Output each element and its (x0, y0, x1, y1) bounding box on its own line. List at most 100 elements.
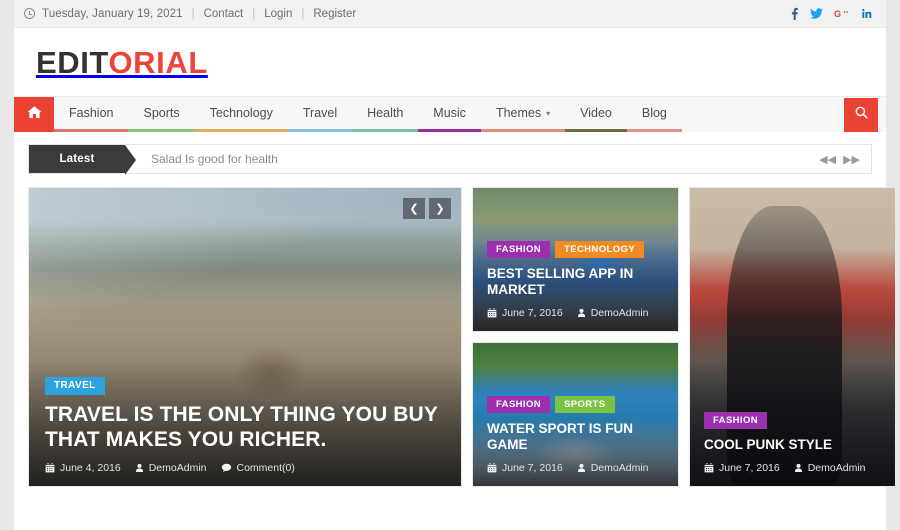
calendar-icon (487, 308, 497, 318)
category-badge-fashion[interactable]: FASHION (487, 395, 551, 414)
category-badge-travel[interactable]: TRAVEL (45, 377, 105, 396)
logo-part-1: EDIT (36, 44, 109, 80)
slider-prev-button[interactable]: ❮ (403, 198, 425, 219)
brand-header: EDITORIAL (14, 28, 886, 96)
linkedin-icon[interactable] (860, 7, 872, 20)
top-bar: Tuesday, January 19, 2021 | Contact | Lo… (14, 0, 886, 28)
water-article-card[interactable]: FASHION SPORTS WATER SPORT IS FUN GAME J… (472, 342, 679, 487)
nav-items: Fashion Sports Technology Travel Health … (54, 97, 682, 132)
nav-label: Travel (302, 106, 338, 120)
search-icon (855, 106, 868, 124)
nav-item-travel[interactable]: Travel (287, 97, 353, 132)
top-link-register[interactable]: Register (313, 8, 356, 20)
nav-item-blog[interactable]: Blog (626, 97, 682, 132)
category-badge-fashion[interactable]: FASHION (704, 411, 768, 430)
hero-column: ❮ ❯ TRAVEL TRAVEL IS THE ONLY THING YOU … (28, 187, 462, 487)
facebook-icon[interactable] (790, 7, 799, 20)
user-icon (577, 308, 585, 317)
app-author: DemoAdmin (577, 307, 649, 319)
ticker-headline[interactable]: Salad Is good for health (125, 145, 278, 173)
nav-item-sports[interactable]: Sports (128, 97, 195, 132)
twitter-icon[interactable] (810, 7, 823, 20)
site-container: Tuesday, January 19, 2021 | Contact | Lo… (14, 0, 896, 530)
google-plus-icon[interactable]: G (834, 7, 849, 20)
hero-date: June 4, 2016 (45, 462, 121, 474)
nav-label: Music (433, 106, 466, 120)
hero-article-card[interactable]: ❮ ❯ TRAVEL TRAVEL IS THE ONLY THING YOU … (28, 187, 462, 487)
water-article-body: FASHION SPORTS WATER SPORT IS FUN GAME J… (473, 395, 678, 486)
nav-item-technology[interactable]: Technology (194, 97, 288, 132)
hero-article-body: TRAVEL TRAVEL IS THE ONLY THING YOU BUY … (29, 377, 461, 486)
water-author: DemoAdmin (577, 462, 649, 474)
punk-article-card[interactable]: FASHION COOL PUNK STYLE June 7, 2016 Dem… (689, 187, 896, 487)
hero-category-badges: TRAVEL (45, 377, 445, 396)
nav-label: Technology (209, 106, 273, 120)
app-date-text: June 7, 2016 (502, 307, 563, 319)
ticker-prev-button[interactable]: ◀◀ (819, 153, 836, 166)
nav-label: Blog (641, 106, 667, 120)
app-date: June 7, 2016 (487, 307, 563, 319)
water-date: June 7, 2016 (487, 462, 563, 474)
news-ticker: Latest Salad Is good for health ◀◀ ▶▶ (28, 144, 872, 175)
water-article-title[interactable]: WATER SPORT IS FUN GAME (487, 421, 664, 453)
hero-date-text: June 4, 2016 (60, 462, 121, 474)
category-badge-technology[interactable]: TECHNOLOGY (555, 240, 645, 259)
slider-next-button[interactable]: ❯ (429, 198, 451, 219)
middle-column: FASHION TECHNOLOGY BEST SELLING APP IN M… (472, 187, 679, 487)
svg-text:G: G (834, 9, 841, 19)
logo-part-2: ORIAL (108, 44, 208, 80)
slider-controls: ❮ ❯ (403, 198, 451, 219)
nav-item-fashion[interactable]: Fashion (54, 97, 129, 132)
app-author-text: DemoAdmin (590, 307, 649, 319)
punk-author-text: DemoAdmin (807, 462, 866, 474)
category-badge-sports[interactable]: SPORTS (555, 395, 615, 414)
punk-author: DemoAdmin (794, 462, 866, 474)
hero-comments-text: Comment(0) (236, 462, 295, 474)
punk-category-badges: FASHION (704, 411, 881, 430)
clock-icon (24, 8, 35, 19)
featured-grid: ❮ ❯ TRAVEL TRAVEL IS THE ONLY THING YOU … (14, 174, 896, 487)
nav-label: Health (367, 106, 404, 120)
water-date-text: June 7, 2016 (502, 462, 563, 474)
punk-date: June 7, 2016 (704, 462, 780, 474)
nav-label: Fashion (69, 106, 114, 120)
punk-article-body: FASHION COOL PUNK STYLE June 7, 2016 Dem… (690, 411, 895, 486)
news-ticker-wrap: Latest Salad Is good for health ◀◀ ▶▶ (14, 132, 886, 175)
calendar-icon (704, 463, 714, 473)
app-category-badges: FASHION TECHNOLOGY (487, 240, 664, 259)
hero-author-text: DemoAdmin (148, 462, 207, 474)
social-links: G (790, 7, 872, 20)
punk-date-text: June 7, 2016 (719, 462, 780, 474)
calendar-icon (487, 463, 497, 473)
punk-article-title[interactable]: COOL PUNK STYLE (704, 437, 881, 453)
main-navigation: Fashion Sports Technology Travel Health … (14, 96, 886, 132)
nav-item-themes[interactable]: Themes ▾ (480, 97, 566, 132)
comment-icon (221, 463, 231, 472)
hero-comments: Comment(0) (221, 462, 295, 474)
separator: | (301, 7, 305, 20)
app-article-title[interactable]: BEST SELLING APP IN MARKET (487, 266, 664, 298)
separator: | (252, 7, 256, 20)
app-article-card[interactable]: FASHION TECHNOLOGY BEST SELLING APP IN M… (472, 187, 679, 332)
ticker-label: Latest (29, 145, 136, 175)
water-category-badges: FASHION SPORTS (487, 395, 664, 414)
site-logo[interactable]: EDITORIAL (36, 47, 208, 78)
top-link-login[interactable]: Login (264, 8, 292, 20)
chevron-down-icon: ▾ (546, 108, 551, 118)
home-icon (27, 105, 42, 124)
top-link-contact[interactable]: Contact (204, 8, 244, 20)
search-button[interactable] (844, 98, 878, 132)
current-date: Tuesday, January 19, 2021 (42, 7, 183, 20)
nav-item-music[interactable]: Music (418, 97, 481, 132)
water-article-meta: June 7, 2016 DemoAdmin (487, 462, 664, 474)
category-badge-fashion[interactable]: FASHION (487, 240, 551, 259)
nav-item-video[interactable]: Video (565, 97, 627, 132)
nav-label: Sports (143, 106, 180, 120)
nav-item-home[interactable] (14, 97, 54, 132)
ticker-controls: ◀◀ ▶▶ (819, 145, 871, 173)
hero-article-title[interactable]: TRAVEL IS THE ONLY THING YOU BUY THAT MA… (45, 403, 445, 453)
punk-article-meta: June 7, 2016 DemoAdmin (704, 462, 881, 474)
nav-item-health[interactable]: Health (352, 97, 419, 132)
app-article-meta: June 7, 2016 DemoAdmin (487, 307, 664, 319)
ticker-next-button[interactable]: ▶▶ (843, 153, 860, 166)
